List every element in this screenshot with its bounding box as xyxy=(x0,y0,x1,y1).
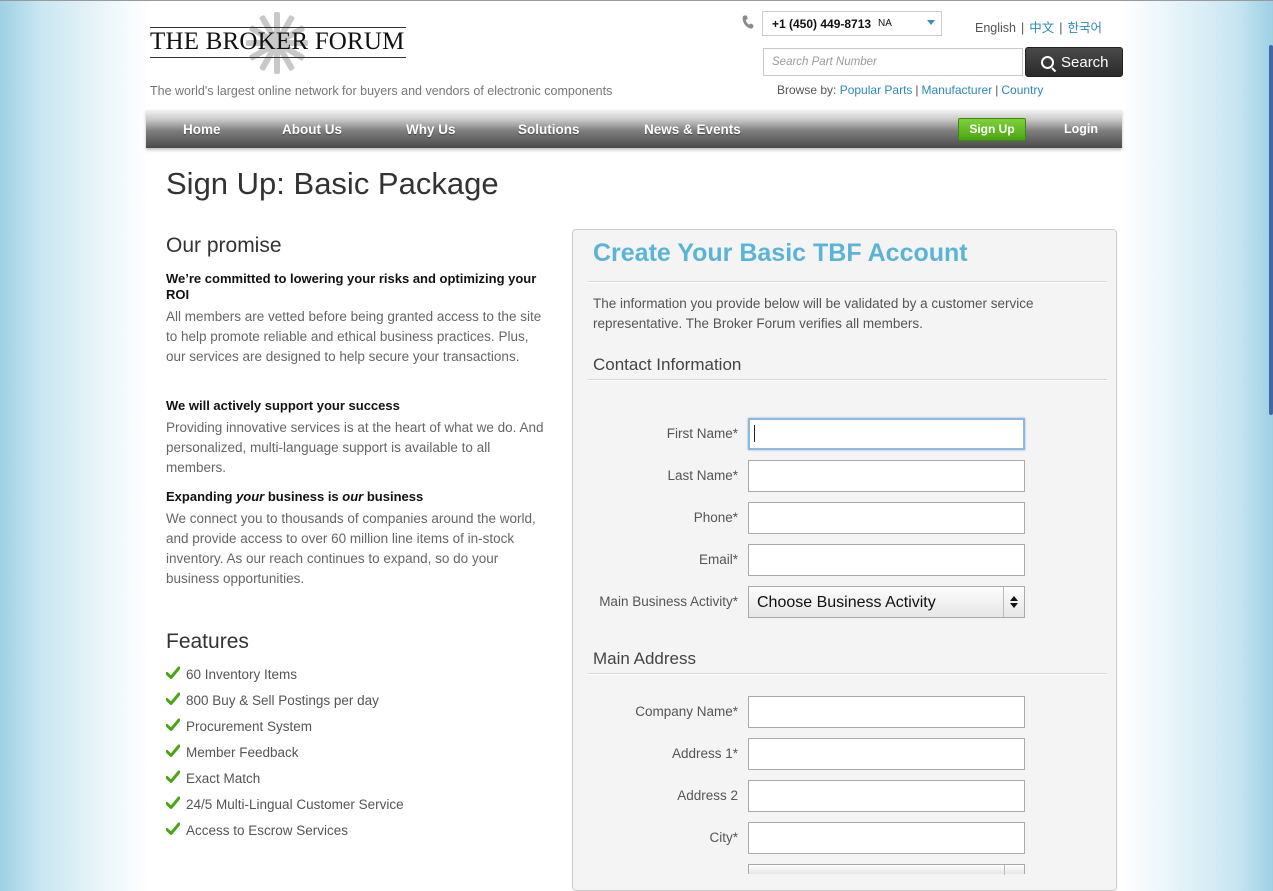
business-activity-selected: Choose Business Activity xyxy=(757,594,936,611)
city-label: City* xyxy=(709,830,738,845)
address2-field[interactable] xyxy=(748,780,1025,812)
promise-title-3: Expanding your business is our business xyxy=(166,489,546,505)
checkmark-icon xyxy=(166,692,180,705)
feature-label: Exact Match xyxy=(186,771,261,786)
page-title: Sign Up: Basic Package xyxy=(166,166,499,201)
main-address-divider xyxy=(588,673,1107,675)
phone-label: Phone* xyxy=(693,510,738,525)
language-switcher: English | 中文 | 한국어 xyxy=(975,21,1103,35)
nav-home[interactable]: Home xyxy=(183,122,221,137)
lang-korean[interactable]: 한국어 xyxy=(1068,21,1103,35)
address1-field[interactable] xyxy=(748,738,1025,770)
search-button[interactable]: Search xyxy=(1025,47,1123,77)
checkmark-icon xyxy=(166,770,180,783)
business-activity-select[interactable]: Choose Business Activity xyxy=(748,586,1025,618)
email-label: Email* xyxy=(698,552,738,567)
tagline: The world's largest online network for b… xyxy=(150,84,613,98)
checkmark-icon xyxy=(166,796,180,809)
phone-field[interactable] xyxy=(748,502,1025,534)
main-address-heading: Main Address xyxy=(593,649,696,668)
promise-title-3-part: business xyxy=(363,489,424,504)
promise-body-1: All members are vetted before being gran… xyxy=(166,309,542,364)
features-heading: Features xyxy=(166,630,249,653)
company-name-label: Company Name* xyxy=(635,704,738,719)
logo-text: THE BROKER FORUM xyxy=(150,28,405,55)
browse-prefix: Browse by: xyxy=(777,83,837,97)
phone-icon xyxy=(741,15,755,29)
feature-label: Access to Escrow Services xyxy=(186,823,349,838)
text-cursor xyxy=(754,425,755,442)
feature-label: 60 Inventory Items xyxy=(186,667,298,682)
feature-label: 24/5 Multi-Lingual Customer Service xyxy=(186,797,404,812)
promise-title-2: We will actively support your success xyxy=(166,398,400,413)
promise-title-3-part: Expanding xyxy=(166,489,237,504)
last-name-field[interactable] xyxy=(748,460,1025,492)
checkmark-icon xyxy=(166,718,180,731)
form-title: Create Your Basic TBF Account xyxy=(593,239,968,267)
promise-title-3-emph: your xyxy=(236,489,265,504)
lang-english[interactable]: English xyxy=(975,21,1016,35)
country-select[interactable] xyxy=(748,864,1025,875)
address2-label: Address 2 xyxy=(677,788,738,803)
phone-region: NA xyxy=(878,18,892,29)
logo[interactable]: THE BROKER FORUM xyxy=(150,12,410,74)
form-title-divider xyxy=(588,281,1107,283)
first-name-label: First Name* xyxy=(666,426,738,441)
logo-rule-bottom xyxy=(150,57,406,58)
lang-chinese[interactable]: 中文 xyxy=(1029,21,1054,35)
last-name-label: Last Name* xyxy=(667,468,738,483)
scrollbar-edge[interactable] xyxy=(1269,45,1273,415)
checkmark-icon xyxy=(166,666,180,679)
contact-info-divider xyxy=(588,379,1107,381)
company-name-field[interactable] xyxy=(748,696,1025,728)
address1-label: Address 1* xyxy=(671,746,738,761)
nav-news-events[interactable]: News & Events xyxy=(644,122,741,137)
form-intro: The information you provide below will b… xyxy=(593,296,1034,331)
first-name-field[interactable] xyxy=(748,418,1025,450)
checkmark-icon xyxy=(166,744,180,757)
login-link[interactable]: Login xyxy=(1064,122,1098,136)
feature-label: Procurement System xyxy=(186,719,313,734)
browse-by: Browse by: Popular Parts | Manufacturer | Co… xyxy=(777,83,1044,97)
feature-label: 800 Buy & Sell Postings per day xyxy=(186,693,379,708)
promise-title-3-part: business is xyxy=(264,489,343,504)
promise-title-3-emph: our xyxy=(342,489,364,504)
phone-number: +1 (450) 449-8713 xyxy=(772,17,872,31)
business-activity-label: Main Business Activity* xyxy=(599,594,738,609)
browse-country[interactable]: Country xyxy=(1001,83,1043,97)
phone-region-select[interactable]: +1 (450) 449-8713 NA xyxy=(762,11,942,36)
city-field[interactable] xyxy=(748,822,1025,854)
promise-body-2: Providing innovative services is at the … xyxy=(166,420,544,475)
contact-info-heading: Contact Information xyxy=(593,355,742,374)
select-arrows-icon xyxy=(1003,587,1024,617)
signup-button[interactable]: Sign Up xyxy=(958,118,1026,141)
browse-popular-parts[interactable]: Popular Parts xyxy=(840,83,913,97)
search-input[interactable] xyxy=(763,48,1023,76)
promise-body-3: We connect you to thousands of companies… xyxy=(166,511,536,586)
search-button-label: Search xyxy=(1061,54,1109,71)
nav-why-us[interactable]: Why Us xyxy=(406,122,456,137)
email-field[interactable] xyxy=(748,544,1025,576)
checkmark-icon xyxy=(166,822,180,835)
search-icon xyxy=(1041,56,1054,69)
feature-label: Member Feedback xyxy=(186,745,299,760)
main-nav: Home About Us Why Us Solutions News & Ev… xyxy=(146,110,1122,148)
promise-heading: Our promise xyxy=(166,234,282,257)
browse-manufacturer[interactable]: Manufacturer xyxy=(922,83,993,97)
chevron-down-icon xyxy=(927,20,935,25)
nav-about-us[interactable]: About Us xyxy=(282,122,342,137)
promise-title-1: We’re committed to lowering your risks a… xyxy=(166,271,537,302)
nav-solutions[interactable]: Solutions xyxy=(518,122,580,137)
